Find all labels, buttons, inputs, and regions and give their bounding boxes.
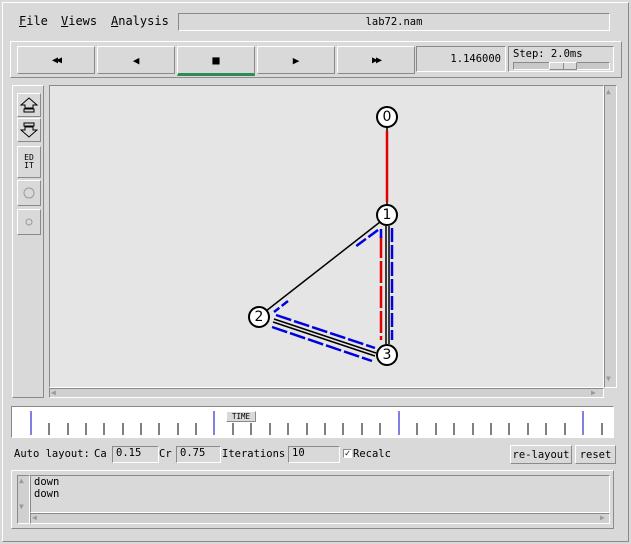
node-2[interactable]: 2: [248, 306, 270, 328]
iterations-input[interactable]: 10: [288, 446, 340, 463]
step-back-button[interactable]: ◀: [97, 46, 175, 74]
canvas-vertical-scrollbar[interactable]: [604, 85, 617, 388]
log-scroll-down-arrow-icon[interactable]: ▼: [19, 503, 24, 511]
relayout-button[interactable]: re-layout: [510, 445, 572, 464]
small-circle-icon: [25, 218, 33, 226]
step-slider-groove: [563, 63, 564, 69]
link-1-2: [265, 221, 381, 312]
rewind-icon: ◀◀: [51, 54, 62, 66]
log-scroll-left-arrow-icon[interactable]: ◀: [32, 514, 37, 522]
node-1[interactable]: 1: [376, 204, 398, 226]
rewind-button[interactable]: ◀◀: [17, 46, 95, 74]
time-value: 1.146000: [450, 53, 501, 65]
packet-flow-2-3a: [275, 313, 376, 350]
window-title: lab72.nam: [365, 16, 423, 28]
packet-flow-2-3b: [271, 325, 373, 363]
stop-button[interactable]: ■: [177, 46, 255, 76]
zoom-out-icon: [20, 122, 38, 138]
ca-input[interactable]: 0.15: [112, 446, 159, 463]
time-display: 1.146000: [416, 46, 506, 72]
node-3-label: 3: [383, 347, 392, 363]
link-2-3a: [273, 318, 377, 354]
menu-file[interactable]: File: [19, 14, 48, 28]
ca-label: Ca: [94, 448, 107, 460]
stop-icon: ■: [212, 53, 220, 67]
timeline-slider[interactable]: TIME: [11, 406, 614, 438]
play-icon: ▶: [292, 53, 300, 67]
node-0-label: 0: [383, 109, 392, 125]
canvas-horizontal-scrollbar[interactable]: [49, 388, 604, 398]
zoom-out-button[interactable]: [17, 118, 41, 142]
relayout-button-label: re-layout: [512, 448, 570, 461]
link-2-3b: [272, 321, 376, 357]
zoom-in-icon: [20, 97, 38, 113]
log-horizontal-scrollbar[interactable]: [30, 513, 610, 524]
zoom-in-button[interactable]: [17, 93, 41, 117]
recalc-checkbox[interactable]: ✓: [343, 449, 352, 459]
circle-icon: [23, 187, 35, 199]
recalc-label: Recalc: [353, 448, 391, 460]
network-graph: 0 1 2 3: [248, 106, 398, 366]
reset-button[interactable]: reset: [575, 445, 616, 464]
node-1-label: 1: [383, 207, 392, 223]
timeline-marker-label: TIME: [231, 412, 251, 421]
play-button[interactable]: ▶: [257, 46, 335, 74]
network-canvas[interactable]: 0 1 2 3: [49, 85, 604, 388]
timeline-minor-ticks: [48, 423, 603, 435]
node-2-label: 2: [255, 309, 264, 325]
timeline-ticks: [30, 411, 603, 435]
edit-label-2: IT: [24, 161, 34, 170]
cr-input[interactable]: 0.75: [176, 446, 221, 463]
step-slider-handle[interactable]: [549, 62, 577, 70]
step-label: Step: 2.0ms: [513, 48, 583, 60]
edit-button[interactable]: ED IT: [17, 146, 41, 178]
scroll-down-arrow-icon[interactable]: ▼: [606, 375, 611, 383]
reset-button-label: reset: [579, 448, 612, 461]
forward-icon: ▶▶: [371, 54, 382, 66]
timeline-marker[interactable]: TIME: [226, 411, 256, 422]
back-icon: ◀: [132, 53, 140, 67]
log-scroll-up-arrow-icon[interactable]: ▲: [19, 477, 24, 485]
cr-label: Cr: [159, 448, 172, 460]
scroll-right-arrow-icon[interactable]: ▶: [591, 389, 596, 397]
log-text[interactable]: down down: [30, 475, 610, 513]
node-3[interactable]: 3: [376, 344, 398, 366]
menu-views[interactable]: Views: [61, 14, 97, 28]
log-line: down: [34, 476, 60, 488]
auto-layout-label: Auto layout:: [14, 448, 90, 460]
fast-forward-button[interactable]: ▶▶: [337, 46, 415, 74]
scroll-left-arrow-icon[interactable]: ◀: [51, 389, 56, 397]
node-0[interactable]: 0: [376, 106, 398, 128]
menu-analysis[interactable]: Analysis: [111, 14, 169, 28]
log-line: down: [34, 488, 60, 500]
window-title-field: lab72.nam: [178, 13, 610, 31]
small-node-tool-button[interactable]: [17, 209, 41, 235]
scroll-up-arrow-icon[interactable]: ▲: [606, 88, 611, 96]
log-scroll-right-arrow-icon[interactable]: ▶: [600, 514, 605, 522]
iterations-label: Iterations: [222, 448, 286, 460]
checkmark-icon: ✓: [344, 449, 351, 459]
node-tool-button[interactable]: [17, 180, 41, 206]
